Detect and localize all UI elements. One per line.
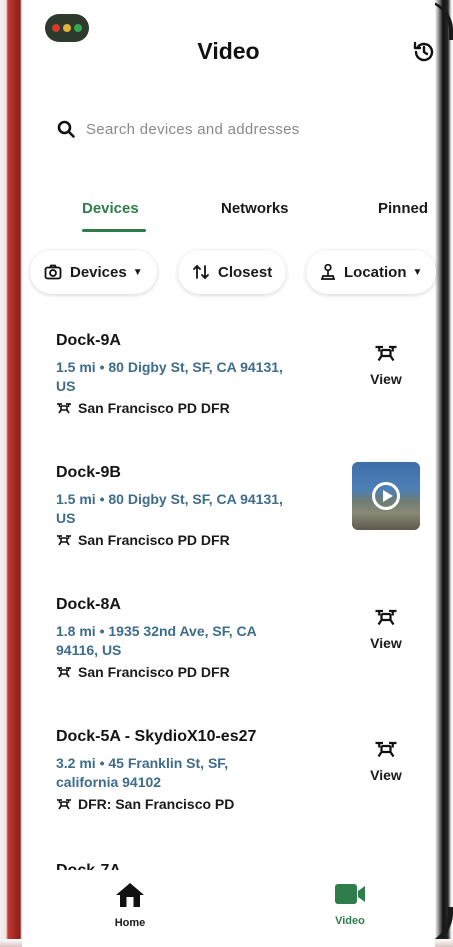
view-button[interactable]: View	[358, 344, 414, 387]
drone-icon	[57, 799, 71, 810]
device-org: San Francisco PD DFR	[56, 664, 230, 680]
device-frame-right	[435, 0, 453, 947]
device-org-label: DFR: San Francisco PD	[78, 796, 235, 812]
nav-home[interactable]: Home	[100, 882, 160, 929]
filter-devices-chip[interactable]: Devices ▼	[30, 250, 157, 294]
history-icon[interactable]	[412, 40, 436, 64]
page-title: Video	[197, 38, 260, 64]
search-bar[interactable]	[56, 112, 416, 146]
nav-home-label: Home	[114, 917, 146, 929]
active-tab-indicator	[82, 229, 146, 232]
nav-video[interactable]: Video	[320, 882, 380, 927]
app-screen: Video Devices Networks Pinned Devices ▼	[22, 0, 437, 947]
camera-icon	[44, 264, 62, 280]
filter-location-label: Location	[344, 263, 407, 281]
sort-icon	[193, 264, 209, 280]
filter-closest-chip[interactable]: Closest	[178, 250, 287, 294]
device-address: 3.2 mi • 45 Franklin St, SF, california …	[56, 755, 229, 790]
video-camera-icon	[335, 884, 365, 904]
chevron-down-icon: ▼	[132, 266, 143, 278]
view-button[interactable]: View	[358, 740, 414, 783]
tab-networks[interactable]: Networks	[221, 200, 289, 217]
view-button-label: View	[370, 767, 402, 783]
tab-devices[interactable]: Devices	[82, 200, 139, 217]
filter-location-chip[interactable]: Location ▼	[306, 250, 437, 294]
device-address: 1.5 mi • 80 Digby St, SF, CA 94131, US	[56, 491, 283, 526]
location-pin-icon	[320, 263, 336, 280]
bottom-nav: Home Video	[22, 870, 435, 947]
device-name: Dock-9B	[56, 464, 121, 481]
minimize-window-button[interactable]	[63, 24, 71, 32]
search-input[interactable]	[86, 120, 386, 138]
view-button-label: View	[370, 635, 402, 651]
list-item[interactable]: Dock-9A 1.5 mi • 80 Digby St, SF, CA 941…	[22, 326, 435, 446]
device-org: San Francisco PD DFR	[56, 532, 230, 548]
device-org: San Francisco PD DFR	[56, 400, 230, 416]
close-window-button[interactable]	[52, 24, 60, 32]
list-item[interactable]: Dock-5A - SkydioX10-es27 3.2 mi • 45 Fra…	[22, 722, 435, 842]
drone-icon	[375, 609, 397, 626]
chevron-down-icon: ▼	[412, 266, 423, 278]
tab-bar: Devices Networks Pinned	[42, 196, 435, 236]
device-address: 1.5 mi • 80 Digby St, SF, CA 94131, US	[56, 359, 283, 394]
view-button-label: View	[370, 371, 402, 387]
device-name: Dock-8A	[56, 596, 121, 613]
drone-icon	[57, 667, 71, 678]
filter-devices-label: Devices	[70, 263, 127, 281]
view-button[interactable]: View	[358, 608, 414, 651]
device-name: Dock-9A	[56, 332, 121, 349]
device-frame-left	[0, 0, 22, 947]
video-thumbnail[interactable]	[352, 462, 420, 530]
drone-icon	[57, 535, 71, 546]
device-org: DFR: San Francisco PD	[56, 796, 234, 812]
filter-closest-label: Closest	[218, 263, 273, 281]
device-org-label: San Francisco PD DFR	[78, 664, 230, 680]
device-address: 1.8 mi • 1935 32nd Ave, SF, CA 94116, US	[56, 623, 257, 658]
tab-pinned[interactable]: Pinned	[378, 200, 428, 217]
search-icon	[57, 120, 75, 138]
nav-video-label: Video	[335, 915, 365, 927]
list-item[interactable]: Dock-8A 1.8 mi • 1935 32nd Ave, SF, CA 9…	[22, 590, 435, 710]
drone-icon	[375, 741, 397, 758]
maximize-window-button[interactable]	[74, 24, 82, 32]
play-icon	[372, 482, 400, 510]
drone-icon	[375, 345, 397, 362]
drone-icon	[57, 403, 71, 414]
device-name: Dock-5A - SkydioX10-es27	[56, 728, 257, 745]
home-icon	[116, 883, 144, 907]
device-org-label: San Francisco PD DFR	[78, 532, 230, 548]
device-org-label: San Francisco PD DFR	[78, 400, 230, 416]
